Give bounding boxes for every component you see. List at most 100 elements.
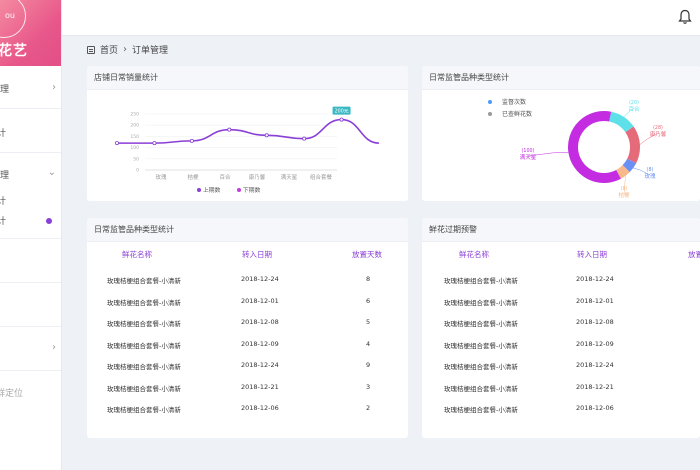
sidebar-item-group-location[interactable]: 群定位	[0, 386, 61, 400]
series-line	[117, 118, 380, 144]
sidebar-item-stats[interactable]: 计	[0, 126, 61, 140]
cell-flower-name: 玫瑰桔梗组合套餐-小清新	[444, 406, 518, 414]
table-row[interactable]: 玫瑰桔梗组合套餐-小清新 2018-12-24	[422, 269, 700, 290]
cell-flower-name: 玫瑰桔梗组合套餐-小清新	[107, 406, 181, 414]
brand-logo: ou 花艺	[0, 0, 61, 66]
card-title: 日常监管品种类型统计	[87, 218, 408, 242]
column-header-days: 放置天数	[352, 250, 382, 259]
brand-circle-icon: ou	[0, 0, 26, 38]
bell-icon[interactable]	[678, 9, 692, 25]
cell-date: 2018-12-09	[241, 339, 279, 348]
column-header-date: 转入日期	[242, 250, 272, 259]
cell-days: 3	[366, 382, 371, 391]
table-row[interactable]: 玫瑰桔梗组合套餐-小清新 2018-12-01	[422, 291, 700, 312]
x-tick-label: 组合套餐	[310, 173, 333, 181]
sidebar-item-management-expanded[interactable]: 管理 ⌄	[0, 167, 61, 182]
cell-days: 5	[366, 318, 371, 326]
cell-days: 9	[366, 361, 371, 369]
donut-slice	[622, 158, 637, 173]
legend-label: 已查鲜花数	[502, 110, 532, 118]
table-row[interactable]: 玫瑰桔梗组合套餐-小清新 2018-12-24 9	[87, 355, 408, 376]
cell-date: 2018-12-21	[576, 382, 614, 391]
table-row[interactable]: 玫瑰桔梗组合套餐-小清新 2018-12-08 5	[87, 312, 408, 333]
cell-date: 2018-12-21	[241, 382, 279, 391]
cell-date: 2018-12-01	[241, 296, 279, 305]
cell-days: 2	[366, 404, 371, 412]
slice-name-label: 玫瑰	[644, 172, 656, 180]
y-tick-label: 150	[130, 134, 139, 140]
y-tick-label: 200	[130, 123, 139, 129]
divider	[0, 326, 61, 327]
table-row[interactable]: 玫瑰桔梗组合套餐-小清新 2018-12-21 3	[87, 377, 408, 398]
table-row[interactable]: 玫瑰桔梗组合套餐-小清新 2018-12-08	[422, 312, 700, 333]
data-point	[189, 138, 194, 143]
cell-flower-name: 玫瑰桔梗组合套餐-小清新	[107, 363, 181, 371]
cell-flower-name: 玫瑰桔梗组合套餐-小清新	[107, 277, 181, 285]
cell-date: 2018-12-24	[241, 275, 279, 283]
slice-name-label: 桔梗	[618, 191, 630, 199]
x-tick-label: 桔梗	[187, 173, 199, 181]
cell-date: 2018-12-08	[241, 318, 279, 326]
divider	[0, 152, 61, 153]
cell-flower-name: 玫瑰桔梗组合套餐-小清新	[107, 384, 181, 393]
cell-flower-name: 玫瑰桔梗组合套餐-小清新	[444, 320, 518, 328]
data-point	[302, 136, 307, 141]
cell-date: 2018-12-01	[576, 296, 614, 305]
sidebar-subitem-stats-1[interactable]: 计	[0, 194, 61, 208]
brand-mark: ou	[5, 11, 15, 20]
y-tick-label: 100	[130, 145, 139, 151]
divider	[0, 370, 61, 371]
home-icon	[87, 45, 95, 54]
table-row[interactable]: 玫瑰桔梗组合套餐-小清新 2018-12-06 2	[87, 398, 408, 419]
table-row[interactable]: 玫瑰桔梗组合套餐-小清新 2018-12-01 6	[87, 291, 408, 312]
cell-date: 2018-12-06	[241, 404, 279, 412]
breadcrumb-home[interactable]: 首页	[100, 43, 118, 56]
table-row[interactable]: 玫瑰桔梗组合套餐-小清新 2018-12-09	[422, 334, 700, 355]
sales-chart-card: 店铺日常销量统计 250 200 150 100 50 0 玫瑰 桔梗 百合 康乃馨 满天星 组合套餐…	[87, 66, 408, 201]
slice-value-label: (28)	[653, 125, 663, 131]
slice-name-label: 百合	[628, 105, 640, 113]
divider	[0, 238, 61, 239]
cell-date: 2018-12-24	[576, 361, 614, 369]
legend-label: 下期数	[243, 186, 261, 194]
cell-flower-name: 玫瑰桔梗组合套餐-小清新	[107, 341, 181, 350]
data-point	[339, 117, 344, 122]
sidebar-item-label: 群定位	[0, 389, 24, 399]
sidebar-item-collapsed[interactable]: ›	[0, 342, 61, 356]
table-row[interactable]: 玫瑰桔梗组合套餐-小清新 2018-12-21	[422, 377, 700, 398]
cell-days: 4	[366, 339, 371, 348]
cell-date: 2018-12-09	[576, 339, 614, 348]
sidebar: ou 花艺 管理 › 计 管理 ⌄ 计 计 › 群定位	[0, 0, 62, 470]
table-header: 鲜花名称 转入日期 放置天数	[87, 242, 408, 264]
x-tick-label: 玫瑰	[155, 173, 167, 181]
table-row[interactable]: 玫瑰桔梗组合套餐-小清新 2018-12-24	[422, 355, 700, 376]
sidebar-item-management[interactable]: 管理 ›	[0, 82, 61, 96]
cell-flower-name: 玫瑰桔梗组合套餐-小清新	[444, 363, 518, 371]
data-point	[152, 141, 157, 146]
supervision-table-card: 日常监管品种类型统计 鲜花名称 转入日期 放置天数 玫瑰桔梗组合套餐-小清新 20…	[87, 218, 408, 438]
donut-slice	[616, 165, 630, 179]
chevron-down-icon: ⌄	[47, 167, 56, 178]
table-row[interactable]: 玫瑰桔梗组合套餐-小清新 2018-12-24 8	[87, 269, 408, 290]
table-row[interactable]: 玫瑰桔梗组合套餐-小清新 2018-12-09 4	[87, 334, 408, 355]
donut-slice	[568, 111, 621, 183]
legend-label: 上期数	[203, 186, 221, 194]
sidebar-subitem-stats-2[interactable]: 计	[0, 214, 61, 228]
cell-flower-name: 玫瑰桔梗组合套餐-小清新	[107, 298, 181, 307]
column-header-date: 转入日期	[577, 250, 607, 259]
expiry-warning-card: 鲜花过期预警 鲜花名称 转入日期 放置 玫瑰桔梗组合套餐-小清新 2018-12-…	[422, 218, 700, 438]
cell-date: 2018-12-08	[576, 318, 614, 326]
cell-flower-name: 玫瑰桔梗组合套餐-小清新	[444, 341, 518, 350]
divider	[0, 108, 61, 109]
divider	[0, 282, 61, 283]
table-row[interactable]: 玫瑰桔梗组合套餐-小清新 2018-12-06	[422, 398, 700, 419]
cell-flower-name: 玫瑰桔梗组合套餐-小清新	[444, 384, 518, 393]
card-title: 鲜花过期预警	[422, 218, 700, 242]
cell-flower-name: 玫瑰桔梗组合套餐-小清新	[444, 298, 518, 307]
cell-days: 6	[366, 296, 371, 305]
sidebar-item-label: 管理	[0, 171, 10, 181]
chevron-right-icon: ›	[123, 44, 128, 55]
data-point	[264, 133, 269, 138]
brand-name: 花艺	[0, 43, 28, 59]
cell-date: 2018-12-24	[576, 275, 614, 283]
